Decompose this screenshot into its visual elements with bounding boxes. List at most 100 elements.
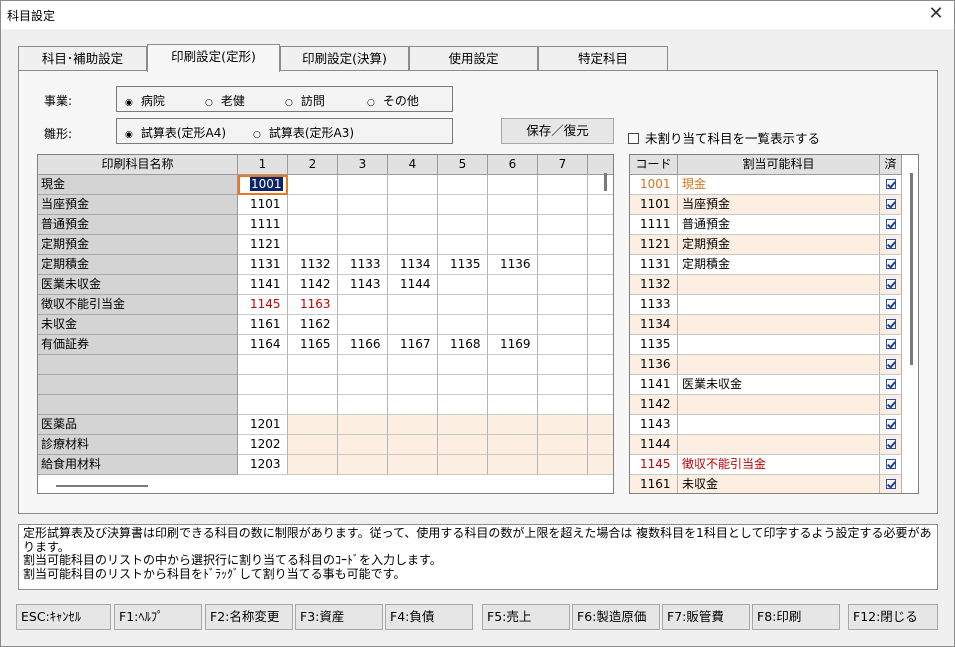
done-checkbox[interactable]: [880, 415, 902, 435]
code-cell[interactable]: [288, 435, 338, 455]
code-cell[interactable]: [588, 255, 613, 275]
tab-usage-settings[interactable]: 使用設定: [409, 46, 538, 71]
done-checkbox[interactable]: [880, 435, 902, 455]
radio-trial-a3[interactable]: ○ 試算表(定形A3): [253, 124, 354, 141]
code-cell[interactable]: 1167: [388, 335, 438, 355]
code-cell[interactable]: [538, 355, 588, 375]
code-cell[interactable]: [588, 275, 613, 295]
list-name-cell[interactable]: 徴収不能引当金: [678, 455, 880, 475]
code-cell[interactable]: [538, 175, 588, 195]
code-cell[interactable]: [438, 275, 488, 295]
code-cell[interactable]: 1202: [238, 435, 288, 455]
code-cell[interactable]: [338, 455, 388, 475]
tab-print-fixed[interactable]: 印刷設定(定形): [147, 44, 280, 72]
done-checkbox[interactable]: [880, 355, 902, 375]
code-cell[interactable]: [238, 375, 288, 395]
print-item-name[interactable]: 給食用材料: [38, 455, 238, 475]
code-cell[interactable]: [288, 215, 338, 235]
list-code-cell[interactable]: 1143: [630, 415, 678, 435]
code-cell[interactable]: [488, 355, 538, 375]
code-cell[interactable]: [238, 395, 288, 415]
code-cell[interactable]: [488, 375, 538, 395]
sga-button[interactable]: F7:販管費: [662, 604, 750, 630]
done-checkbox[interactable]: [880, 455, 902, 475]
list-code-cell[interactable]: 1131: [630, 255, 678, 275]
code-cell[interactable]: [438, 295, 488, 315]
done-checkbox[interactable]: [880, 335, 902, 355]
radio-other[interactable]: ○ その他: [367, 92, 419, 109]
code-cell[interactable]: 1141: [238, 275, 288, 295]
code-cell[interactable]: [438, 435, 488, 455]
code-cell[interactable]: [338, 395, 388, 415]
save-restore-button[interactable]: 保存／復元: [501, 118, 614, 144]
code-cell[interactable]: [538, 275, 588, 295]
list-code-cell[interactable]: 1134: [630, 315, 678, 335]
code-cell[interactable]: [538, 395, 588, 415]
code-cell[interactable]: [538, 215, 588, 235]
code-cell[interactable]: [388, 355, 438, 375]
radio-elderly[interactable]: ○ 老健: [205, 92, 245, 109]
code-cell[interactable]: [588, 335, 613, 355]
list-name-cell[interactable]: 未収金: [678, 475, 880, 493]
code-cell[interactable]: [288, 235, 338, 255]
close-icon[interactable]: ✕: [918, 1, 954, 29]
code-cell[interactable]: [438, 375, 488, 395]
code-cell[interactable]: [588, 175, 613, 195]
list-code-cell[interactable]: 1111: [630, 215, 678, 235]
code-cell[interactable]: [588, 355, 613, 375]
code-cell[interactable]: 1142: [288, 275, 338, 295]
tab-print-closing[interactable]: 印刷設定(決算): [280, 46, 409, 71]
done-checkbox[interactable]: [880, 295, 902, 315]
list-name-cell[interactable]: 医業未収金: [678, 375, 880, 395]
code-cell[interactable]: 1134: [388, 255, 438, 275]
list-code-cell[interactable]: 1145: [630, 455, 678, 475]
code-cell[interactable]: [288, 455, 338, 475]
code-cell[interactable]: [288, 195, 338, 215]
code-cell[interactable]: [538, 435, 588, 455]
code-cell[interactable]: [588, 215, 613, 235]
code-cell[interactable]: [588, 415, 613, 435]
list-code-cell[interactable]: 1121: [630, 235, 678, 255]
code-cell[interactable]: [538, 375, 588, 395]
list-code-cell[interactable]: 1144: [630, 435, 678, 455]
code-cell[interactable]: [388, 175, 438, 195]
print-button[interactable]: F8:印刷: [752, 604, 840, 630]
tab-specific-accounts[interactable]: 特定科目: [538, 46, 668, 71]
liabilities-button[interactable]: F4:負債: [385, 604, 473, 630]
assignable-accounts-list[interactable]: コード 割当可能科目済 1001 現金 1101 当座預金 1111 普通預金 1121 定期預金…: [629, 154, 919, 494]
vertical-scrollbar[interactable]: [604, 173, 607, 191]
rename-button[interactable]: F2:名称変更: [205, 604, 293, 630]
code-cell[interactable]: [588, 235, 613, 255]
code-cell[interactable]: [438, 415, 488, 435]
code-cell[interactable]: 1203: [238, 455, 288, 475]
code-cell[interactable]: [538, 315, 588, 335]
done-checkbox[interactable]: [880, 195, 902, 215]
radio-hospital[interactable]: ◉ 病院: [125, 92, 165, 109]
code-cell[interactable]: [588, 315, 613, 335]
list-name-cell[interactable]: [678, 415, 880, 435]
print-item-name[interactable]: [38, 375, 238, 395]
code-cell[interactable]: [388, 375, 438, 395]
code-cell[interactable]: [238, 355, 288, 375]
code-cell[interactable]: [338, 175, 388, 195]
code-cell[interactable]: [538, 415, 588, 435]
print-item-name[interactable]: [38, 355, 238, 375]
code-cell[interactable]: 1111: [238, 215, 288, 235]
code-cell[interactable]: [388, 235, 438, 255]
code-cell[interactable]: [588, 295, 613, 315]
print-items-grid[interactable]: 印刷科目名称 1 2 3 4 5 6 7 現金 1001 当座預金 1101 普通預金 1111 定期預金 1…: [37, 154, 614, 494]
code-cell[interactable]: 1201: [238, 415, 288, 435]
code-cell[interactable]: 1168: [438, 335, 488, 355]
done-checkbox[interactable]: [880, 475, 902, 493]
code-cell[interactable]: 1165: [288, 335, 338, 355]
list-name-cell[interactable]: [678, 355, 880, 375]
code-cell[interactable]: [538, 195, 588, 215]
list-name-cell[interactable]: 当座預金: [678, 195, 880, 215]
code-cell[interactable]: 1101: [238, 195, 288, 215]
done-checkbox[interactable]: [880, 395, 902, 415]
code-cell[interactable]: 1166: [338, 335, 388, 355]
tab-account-settings[interactable]: 科目･補助設定: [18, 46, 147, 71]
list-name-cell[interactable]: 普通預金: [678, 215, 880, 235]
done-checkbox[interactable]: [880, 215, 902, 235]
code-cell[interactable]: [538, 335, 588, 355]
